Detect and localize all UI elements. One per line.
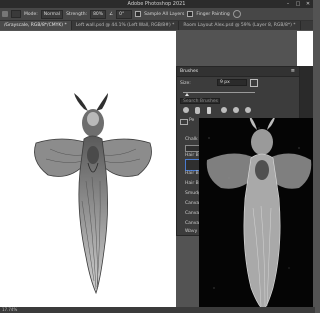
strength-field[interactable]: 80% bbox=[90, 9, 107, 19]
finger-painting-checkbox[interactable] bbox=[187, 11, 194, 17]
brushes-panel-title: Brushes bbox=[180, 69, 199, 74]
brush-tip-4[interactable] bbox=[221, 107, 227, 113]
close-button[interactable]: ✕ bbox=[303, 0, 313, 8]
brush-tip-2[interactable] bbox=[195, 107, 200, 114]
sample-all-layers-checkbox[interactable] bbox=[135, 11, 142, 17]
brush-tip-6[interactable] bbox=[245, 107, 251, 113]
brush-preset-picker[interactable] bbox=[11, 10, 21, 18]
mode-label: Mode: bbox=[24, 11, 38, 17]
brush-tip-3[interactable] bbox=[207, 107, 211, 114]
options-bar: Mode: Normal Strength: 80% ∠ 0° Sample A… bbox=[0, 8, 313, 21]
folder-icon[interactable] bbox=[180, 119, 188, 125]
minimize-button[interactable]: – bbox=[283, 0, 293, 8]
pressure-icon[interactable] bbox=[232, 10, 241, 18]
tab-left-wall[interactable]: Left wall.psd @ 44.1% (Left Wall, RGB/8#… bbox=[72, 21, 180, 30]
smudge-tool-icon[interactable] bbox=[2, 11, 8, 17]
mode-select[interactable]: Normal bbox=[40, 9, 64, 19]
preset-group-label: Pe bbox=[189, 118, 195, 123]
size-slider[interactable] bbox=[183, 92, 255, 93]
app-title: Adobe Photoshop 2021 bbox=[127, 1, 186, 7]
canvas-overflow bbox=[297, 31, 313, 66]
size-label: Size: bbox=[180, 81, 191, 86]
tab-grayscale[interactable]: /Grayscale, RGB/8*/CMYK) * bbox=[0, 21, 72, 30]
new-brush-icon[interactable] bbox=[250, 79, 258, 87]
size-slider-knob[interactable] bbox=[185, 93, 189, 96]
panel-menu-icon[interactable]: ≡ bbox=[291, 67, 295, 76]
brushes-panel-header: Brushes ≡ bbox=[177, 67, 299, 77]
size-field[interactable]: 9 px bbox=[217, 79, 247, 86]
sea-angel-sketch bbox=[34, 93, 152, 295]
angle-icon: ∠ bbox=[109, 11, 114, 17]
zoom-readout: 17.74% bbox=[2, 307, 18, 312]
search-brushes-input[interactable]: Search Brushes bbox=[180, 98, 220, 104]
angle-field[interactable]: 0° bbox=[116, 9, 133, 19]
document-canvas[interactable] bbox=[0, 31, 176, 307]
finger-painting-label: Finger Painting bbox=[196, 11, 230, 17]
brush-tip-1[interactable] bbox=[183, 107, 189, 113]
document-tabs: /Grayscale, RGB/8*/CMYK) * Left wall.psd… bbox=[0, 21, 313, 30]
tab-room-layout[interactable]: Room Layout Alex.psd @ 59% (Layer 8, RGB… bbox=[179, 21, 301, 30]
reference-photo bbox=[199, 118, 313, 310]
title-bar: Adobe Photoshop 2021 – □ ✕ bbox=[0, 0, 313, 8]
status-bar: 17.74% bbox=[0, 307, 315, 313]
maximize-button[interactable]: □ bbox=[293, 0, 303, 8]
sample-all-layers-label: Sample All Layers bbox=[144, 11, 185, 17]
sea-angel-photo bbox=[206, 118, 312, 310]
brush-tip-5[interactable] bbox=[233, 107, 239, 113]
strength-label: Strength: bbox=[66, 11, 88, 17]
